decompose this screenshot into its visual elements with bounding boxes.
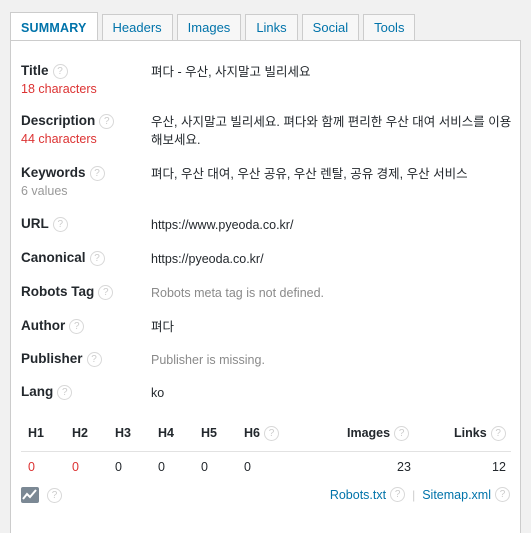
images-header: Images [347,426,391,440]
tab-tools[interactable]: Tools [363,14,416,41]
h3-header: H3 [115,426,131,440]
tab-links[interactable]: Links [245,14,298,41]
description-label: Description [21,113,96,128]
lang-value: ko [151,386,165,400]
title-value: 펴다 - 우산, 사지말고 빌리세요 [151,65,311,79]
title-label-wrap: Title? [21,63,68,79]
robots-txt-link[interactable]: Robots.txt [330,488,386,502]
description-value: 우산, 사지말고 빌리세요. 펴다와 함께 편리한 우산 대여 서비스를 이용해… [151,115,512,147]
sitemap-xml-link[interactable]: Sitemap.xml [422,488,491,502]
links-header-wrap: Links? [454,426,506,442]
help-icon[interactable]: ? [86,351,102,367]
publisher-label-wrap: Publisher? [21,351,102,367]
links-header: Links [454,426,487,440]
help-icon[interactable]: ? [47,488,62,503]
robots-label-wrap: Robots Tag? [21,284,114,300]
h5-header: H5 [201,426,217,440]
canonical-value: https://pyeoda.co.kr/ [151,252,264,266]
h1-count: 0 [28,460,35,474]
tab-summary[interactable]: SUMMARY [10,12,98,42]
chart-icon[interactable] [21,487,39,503]
help-icon[interactable]: ? [490,426,506,442]
keywords-label: Keywords [21,165,86,180]
h6-count: 0 [244,460,251,474]
help-icon[interactable]: ? [394,426,410,442]
publisher-value: Publisher is missing. [151,353,265,367]
author-label: Author [21,318,66,333]
publisher-label: Publisher [21,351,83,366]
h6-header: H6 [244,426,260,440]
h4-count: 0 [158,460,165,474]
help-icon[interactable]: ? [99,113,115,129]
tab-images[interactable]: Images [176,14,242,41]
help-icon[interactable]: ? [98,284,114,300]
canonical-label: Canonical [21,250,86,265]
description-char-count: 44 characters [21,132,97,146]
h1-header: H1 [28,426,44,440]
description-label-wrap: Description? [21,113,115,129]
headings-divider [21,451,511,452]
author-label-wrap: Author? [21,318,85,334]
images-header-wrap: Images? [347,426,410,442]
keywords-value: 펴다, 우산 대여, 우산 공유, 우산 렌탈, 공유 경제, 우산 서비스 [151,167,468,181]
url-label-wrap: URL? [21,216,68,232]
images-count: 23 [397,460,411,474]
help-icon[interactable]: ? [69,318,85,334]
help-icon[interactable]: ? [52,63,68,79]
help-icon[interactable]: ? [57,384,73,400]
lang-label: Lang [21,384,54,399]
robots-value: Robots meta tag is not defined. [151,286,325,300]
title-char-count: 18 characters [21,82,97,96]
title-label: Title [21,63,49,78]
url-value: https://www.pyeoda.co.kr/ [151,218,294,232]
help-icon[interactable]: ? [89,165,105,181]
link-separator: | [412,487,416,502]
h3-count: 0 [115,460,122,474]
links-count: 12 [492,460,506,474]
h2-header: H2 [72,426,88,440]
help-icon[interactable]: ? [52,216,68,232]
canonical-label-wrap: Canonical? [21,250,105,266]
tab-bar: SUMMARY Headers Images Links Social Tool… [10,12,419,42]
lang-label-wrap: Lang? [21,384,73,400]
help-icon[interactable]: ? [89,250,105,266]
tab-headers[interactable]: Headers [101,14,173,41]
footer-links: Robots.txt ? | Sitemap.xml ? [330,487,510,502]
help-icon[interactable]: ? [390,487,406,502]
keywords-label-wrap: Keywords? [21,165,105,181]
tab-social[interactable]: Social [301,14,360,41]
help-icon[interactable]: ? [495,487,510,502]
h2-count: 0 [72,460,79,474]
h4-header: H4 [158,426,174,440]
help-icon[interactable]: ? [263,426,279,442]
summary-panel: Title? 18 characters 펴다 - 우산, 사지말고 빌리세요 … [10,40,521,533]
url-label: URL [21,216,49,231]
author-value: 펴다 [151,320,175,334]
keywords-count: 6 values [21,184,68,198]
h6-header-wrap: H6? [244,426,279,442]
robots-label: Robots Tag [21,284,95,299]
h5-count: 0 [201,460,208,474]
